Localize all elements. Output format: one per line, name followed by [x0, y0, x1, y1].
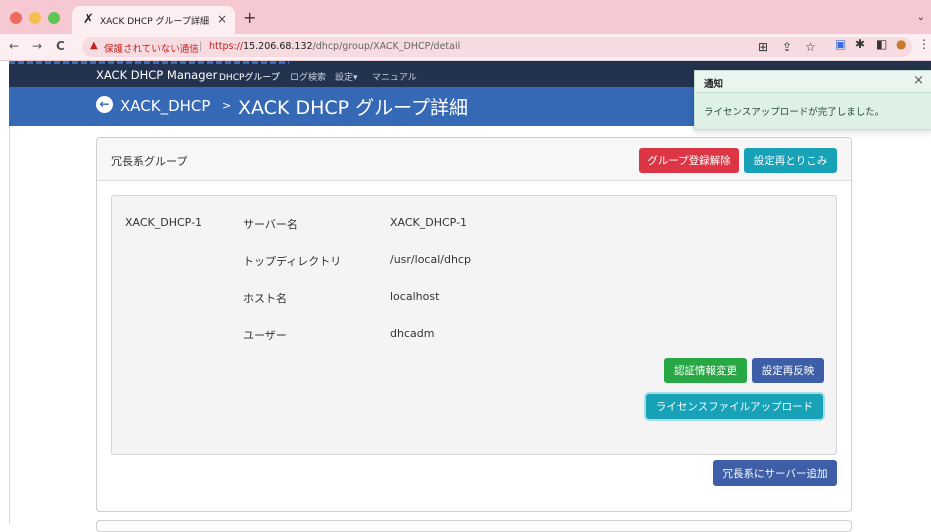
new-tab-icon[interactable]: +	[243, 8, 256, 27]
card-header: 冗長系グループ グループ登録解除 設定再とりこみ	[97, 138, 851, 181]
server-name-value: XACK_DHCP-1	[390, 216, 468, 229]
reapply-settings-button[interactable]: 設定再反映	[752, 358, 824, 383]
extensions-puzzle-icon[interactable]: ✱	[855, 37, 865, 51]
top-directory-value: /usr/local/dhcp	[390, 253, 471, 266]
bookmark-star-icon[interactable]: ☆	[805, 40, 816, 54]
url-path: /dhcp/group/XACK_DHCP/detail	[312, 41, 461, 52]
toast-title: 通知	[704, 79, 724, 90]
server-name-label: サーバー名	[243, 218, 298, 231]
tab-title: XACK DHCP グループ詳細	[100, 17, 209, 27]
notification-toast: 通知 × ライセンスアップロードが完了しました。	[694, 70, 931, 130]
back-circle-arrow-icon[interactable]: ←	[96, 96, 113, 113]
loading-stripe	[9, 61, 289, 64]
window-minimize-control[interactable]	[29, 12, 41, 24]
window-zoom-control[interactable]	[48, 12, 60, 24]
nav-link-settings[interactable]: 設定▾	[335, 70, 358, 83]
warning-triangle-icon: ▲	[90, 40, 98, 51]
url-scheme: https://	[209, 41, 244, 52]
unregister-group-button[interactable]: グループ登録解除	[639, 148, 739, 173]
card-title: 冗長系グループ	[111, 155, 188, 168]
tab-close-icon[interactable]: ×	[217, 12, 227, 26]
screenshot-extension-icon[interactable]: ▣	[835, 37, 846, 51]
nav-link-manual[interactable]: マニュアル	[372, 70, 417, 83]
server-name: XACK_DHCP-1	[125, 216, 203, 229]
profile-avatar-icon[interactable]: ●	[896, 37, 906, 51]
breadcrumb-separator: >	[222, 99, 232, 112]
next-card	[96, 520, 852, 532]
browser-tab-bar: ✗ XACK DHCP グループ詳細 × + ⌄	[0, 0, 931, 34]
address-bar[interactable]: ▲ 保護されていない通信 | https://15.206.68.132/dhc…	[82, 37, 912, 57]
toast-header: 通知 ×	[695, 71, 931, 93]
security-warning[interactable]: 保護されていない通信	[104, 41, 199, 55]
nav-link-log-search[interactable]: ログ検索	[290, 70, 326, 83]
page-title: XACK DHCP グループ詳細	[238, 97, 468, 119]
hostname-label: ホスト名	[243, 292, 287, 305]
url-text[interactable]: https://15.206.68.132/dhcp/group/XACK_DH…	[209, 41, 460, 52]
url-host: 15.206.68.132	[243, 41, 313, 52]
nav-link-dhcp-group[interactable]: DHCPグループ	[219, 70, 280, 83]
browser-toolbar: ← → C ▲ 保護されていない通信 | https://15.206.68.1…	[0, 34, 931, 61]
app-brand[interactable]: XACK DHCP Manager	[96, 68, 217, 82]
toast-message: ライセンスアップロードが完了しました。	[704, 107, 885, 118]
change-auth-button[interactable]: 認証情報変更	[664, 358, 747, 383]
top-directory-label: トップディレクトリ	[243, 255, 342, 268]
upload-license-button[interactable]: ライセンスファイルアップロード	[646, 394, 823, 419]
redundancy-group-card: 冗長系グループ グループ登録解除 設定再とりこみ XACK_DHCP-1 サーバ…	[96, 137, 852, 512]
reload-settings-button[interactable]: 設定再とりこみ	[744, 148, 837, 173]
browser-tab[interactable]: ✗ XACK DHCP グループ詳細 ×	[72, 6, 235, 34]
breadcrumb-group[interactable]: XACK_DHCP	[120, 97, 210, 115]
user-label: ユーザー	[243, 329, 287, 342]
close-icon[interactable]: ×	[913, 73, 924, 88]
reload-icon[interactable]: C	[56, 39, 65, 53]
tab-search-icon[interactable]: ⌄	[917, 12, 925, 23]
address-separator: |	[199, 41, 203, 52]
xack-favicon-icon: ✗	[83, 12, 94, 27]
hostname-value: localhost	[390, 290, 440, 303]
side-panel-icon[interactable]: ◧	[876, 37, 887, 51]
translate-icon[interactable]: ⊞	[758, 40, 768, 54]
add-server-button[interactable]: 冗長系にサーバー追加	[713, 460, 837, 486]
window-close-control[interactable]	[10, 12, 22, 24]
back-arrow-icon[interactable]: ←	[9, 39, 19, 53]
share-icon[interactable]: ⇪	[782, 40, 792, 54]
user-value: dhcadm	[390, 327, 435, 340]
forward-arrow-icon[interactable]: →	[32, 39, 42, 53]
browser-menu-icon[interactable]: ⋮	[918, 37, 930, 51]
server-panel: XACK_DHCP-1 サーバー名 XACK_DHCP-1 トップディレクトリ …	[111, 195, 837, 455]
page-left-edge	[0, 61, 10, 524]
